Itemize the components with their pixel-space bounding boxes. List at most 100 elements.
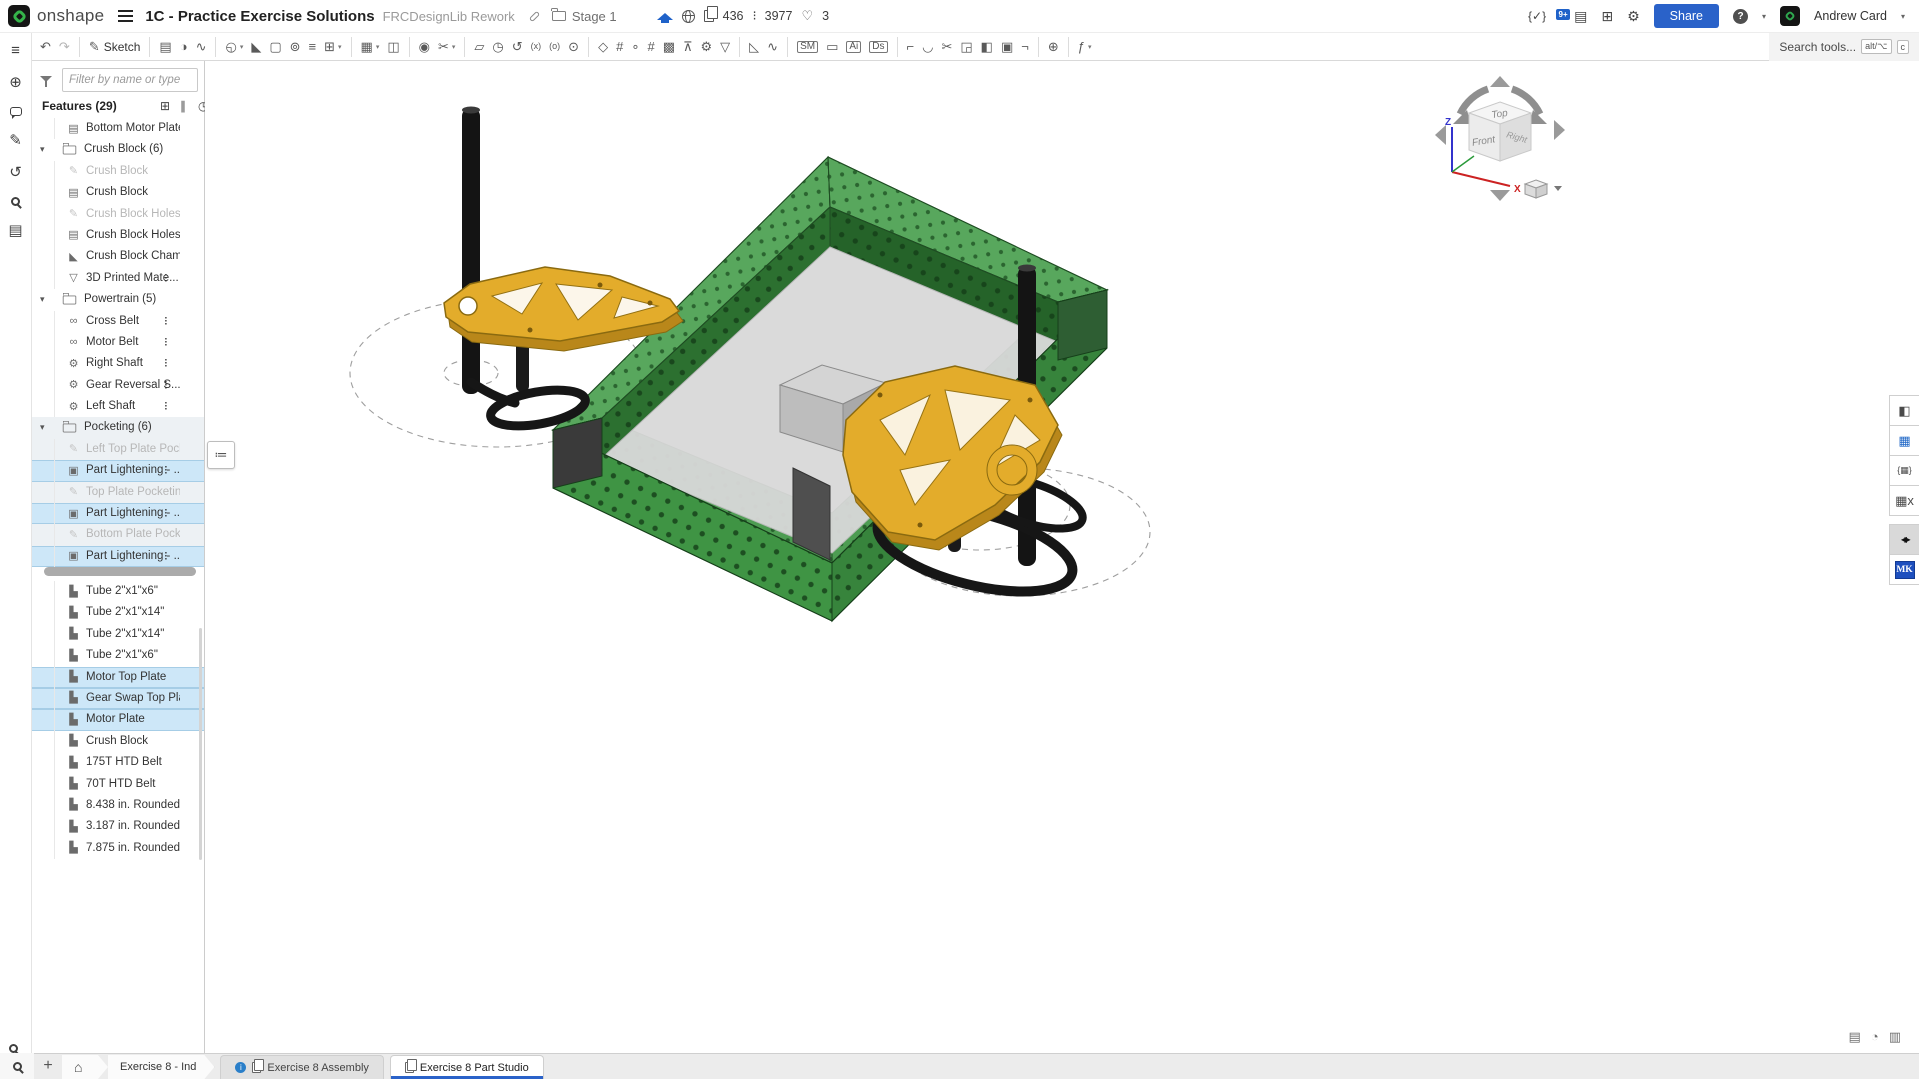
tasks-icon[interactable]: ▤	[1574, 9, 1587, 23]
suppress-rollback-icon[interactable]: ∥	[180, 99, 186, 113]
part-item-7-875-in-rounded-hex[interactable]: ▙ 7.875 in. Rounded Hex ...	[32, 838, 204, 859]
panel-scrollbar[interactable]	[199, 628, 202, 860]
move-face-tool[interactable]: ⊞▾	[320, 35, 345, 59]
followers-icon[interactable]: ⁝	[753, 8, 756, 24]
suppress-dots-icon[interactable]: ⁝	[164, 549, 167, 563]
feature-item-part-lightening[interactable]: ▾ ▣ Part Lightening - ... ⁝	[32, 503, 204, 524]
hamburger-menu-icon[interactable]	[118, 10, 133, 12]
tab-exercise-8-part-studio[interactable]: Exercise 8 Part Studio	[390, 1055, 544, 1079]
texture-tool[interactable]: ▩	[659, 35, 679, 59]
feature-item-bottom-plate-pocketing[interactable]: ▾ ✎ Bottom Plate Pocketing... ⁝	[32, 524, 204, 545]
feature-item-cross-belt[interactable]: ▾ ∞ Cross Belt ⁝	[32, 311, 204, 332]
suppress-dots-icon[interactable]: ⁝	[164, 506, 167, 520]
revolve-tool[interactable]: ◑	[176, 35, 192, 59]
tab-exercise-8-assembly[interactable]: i Exercise 8 Assembly	[220, 1055, 383, 1079]
document-location[interactable]: Stage 1	[572, 9, 617, 24]
variables-panel-button[interactable]: ▦x	[1889, 485, 1919, 516]
sweep-tool[interactable]: ∿	[192, 35, 211, 59]
feature-item-bottom-motor-plate-ext[interactable]: ▾ ▤ Bottom Motor Plate Ext... ⁝	[32, 118, 204, 139]
user-menu-caret-icon[interactable]: ▾	[1901, 12, 1905, 21]
tab-cut-tool[interactable]: ✂	[937, 35, 956, 59]
chamfer-tool[interactable]: ◣	[247, 35, 265, 59]
point-tool[interactable]: ∘	[627, 35, 643, 59]
draft-analysis-tool[interactable]: ◺	[745, 35, 763, 59]
boolean-tool[interactable]: ◉	[415, 35, 434, 59]
feature-item-crush-block-holes[interactable]: ▾ ▤ Crush Block Holes ⁝	[32, 225, 204, 246]
mkcad-plugin-button[interactable]: MK	[1889, 554, 1919, 585]
appearance-panel-button[interactable]: ◧	[1889, 395, 1919, 426]
feature-item-crush-block[interactable]: ▾ ▤ Crush Block ⁝	[32, 182, 204, 203]
stats-icon[interactable]: ▥	[1889, 1029, 1901, 1045]
insert-icon[interactable]: ⊕	[9, 75, 22, 90]
featurescript-tool[interactable]: ƒ▾	[1074, 35, 1096, 59]
feature-dialog-flyout-button[interactable]: ≔	[207, 441, 235, 469]
part-item-tube-2-x1-x14[interactable]: ▙ Tube 2"x1"x14"	[32, 602, 204, 623]
suppress-dots-icon[interactable]: ⁝	[164, 463, 167, 477]
drawing-check-tool[interactable]: ▣	[997, 35, 1017, 59]
tab-exercise-8-ind[interactable]: Exercise 8 - Ind	[108, 1055, 214, 1079]
follow-icon[interactable]	[11, 197, 20, 206]
butterfly-plugin-button[interactable]: ◀▶	[1889, 524, 1919, 555]
ai-advisor-tool[interactable]: Ai	[842, 35, 865, 59]
feature-item-crush-block-holes[interactable]: ▾ ✎ Crush Block Holes ⁝	[32, 204, 204, 225]
featurescript-status-icon[interactable]: {✓}	[1528, 9, 1546, 23]
part-item-gear-swap-top-plate[interactable]: ▙ Gear Swap Top Plate	[32, 688, 204, 709]
filter-input[interactable]	[62, 68, 198, 92]
sheet-metal-tool[interactable]: SM	[793, 35, 822, 59]
feature-group-powertrain-5[interactable]: ▾ Powertrain (5) ⁝	[32, 289, 204, 310]
timer-icon[interactable]: ◔	[1871, 1029, 1879, 1045]
plane-tool[interactable]: ▱	[470, 35, 488, 59]
avatar[interactable]	[1780, 6, 1800, 26]
shell-tool[interactable]: ▢	[265, 35, 285, 59]
help-caret-icon[interactable]: ▾	[1762, 12, 1766, 21]
part-item-motor-top-plate[interactable]: ▙ Motor Top Plate	[32, 667, 204, 688]
part-item-crush-block[interactable]: ▙ Crush Block	[32, 731, 204, 752]
group-caret-icon[interactable]: ▾	[40, 144, 45, 155]
copies-icon[interactable]	[704, 10, 714, 22]
curve-tool[interactable]: ∿	[763, 35, 782, 59]
linear-pattern-tool[interactable]: ▦▾	[357, 35, 384, 59]
corner-tool[interactable]: ◲	[956, 35, 976, 59]
variable-studio-tool[interactable]: (o)	[545, 35, 564, 59]
filter-icon[interactable]	[40, 77, 52, 84]
feature-item-top-plate-pocketing-sk[interactable]: ▾ ✎ Top Plate Pocketing Sk... ⁝	[32, 482, 204, 503]
checklist-icon[interactable]: ▤	[8, 223, 22, 238]
animation-tool[interactable]: ▭	[822, 35, 842, 59]
group-caret-icon[interactable]: ▾	[40, 294, 45, 305]
feature-group-crush-block-6[interactable]: ▾ Crush Block (6) ⁝	[32, 139, 204, 160]
feature-item-crush-block[interactable]: ▾ ✎ Crush Block ⁝	[32, 161, 204, 182]
onshape-logo-icon[interactable]	[8, 5, 30, 27]
mate-connector-tool[interactable]: ⊙	[564, 35, 583, 59]
gear-tool[interactable]: ⚙	[697, 35, 717, 59]
bend-tool[interactable]: ◡	[918, 35, 937, 59]
part-item-tube-2-x1-x6[interactable]: ▙ Tube 2"x1"x6"	[32, 581, 204, 602]
primitive-tool[interactable]: ◇	[594, 35, 612, 59]
configurations-panel-button[interactable]: ▦	[1889, 425, 1919, 456]
feature-item-3d-printed-mate[interactable]: ▾ ▽ 3D Printed Mate... ⁝	[32, 268, 204, 289]
frame-tool[interactable]: #	[612, 35, 627, 59]
hole-tool[interactable]: ⊚	[286, 35, 305, 59]
variable-tool[interactable]: (x)	[527, 35, 546, 59]
part-item-70t-htd-belt[interactable]: ▙ 70T HTD Belt	[32, 774, 204, 795]
suppress-dots-icon[interactable]: ⁝	[164, 399, 167, 413]
comment-icon[interactable]	[10, 107, 22, 116]
extrude-tool[interactable]: ▤	[155, 35, 175, 59]
search-tools[interactable]: Search tools... alt/⌥ c	[1769, 33, 1919, 61]
route-tool[interactable]: ¬	[1017, 35, 1033, 59]
split-tool[interactable]: ✂▾	[434, 35, 459, 59]
gusset-tool[interactable]: ◧	[977, 35, 997, 59]
suppress-dots-icon[interactable]: ⁝	[164, 314, 167, 328]
new-tab-button[interactable]: +	[34, 1053, 62, 1079]
helix-tool[interactable]: ◷	[488, 35, 507, 59]
group-caret-icon[interactable]: ▾	[40, 422, 45, 433]
part-item-tube-2-x1-x6[interactable]: ▙ Tube 2"x1"x6"	[32, 645, 204, 666]
history-icon[interactable]: ↺	[9, 165, 22, 180]
center-mark-tool[interactable]: ⊕	[1044, 35, 1063, 59]
part-item-8-438-in-rounded-hex[interactable]: ▙ 8.438 in. Rounded Hex ...	[32, 795, 204, 816]
view-cube[interactable]: Top Front Right Z X	[1430, 72, 1570, 207]
help-button[interactable]: ?	[1733, 9, 1748, 24]
suppress-dots-icon[interactable]: ⁝	[164, 335, 167, 349]
learning-center-icon[interactable]: ⚙	[1627, 9, 1640, 23]
fillet-tool[interactable]: ◵▾	[221, 35, 247, 59]
view-options-button[interactable]	[1525, 180, 1562, 198]
